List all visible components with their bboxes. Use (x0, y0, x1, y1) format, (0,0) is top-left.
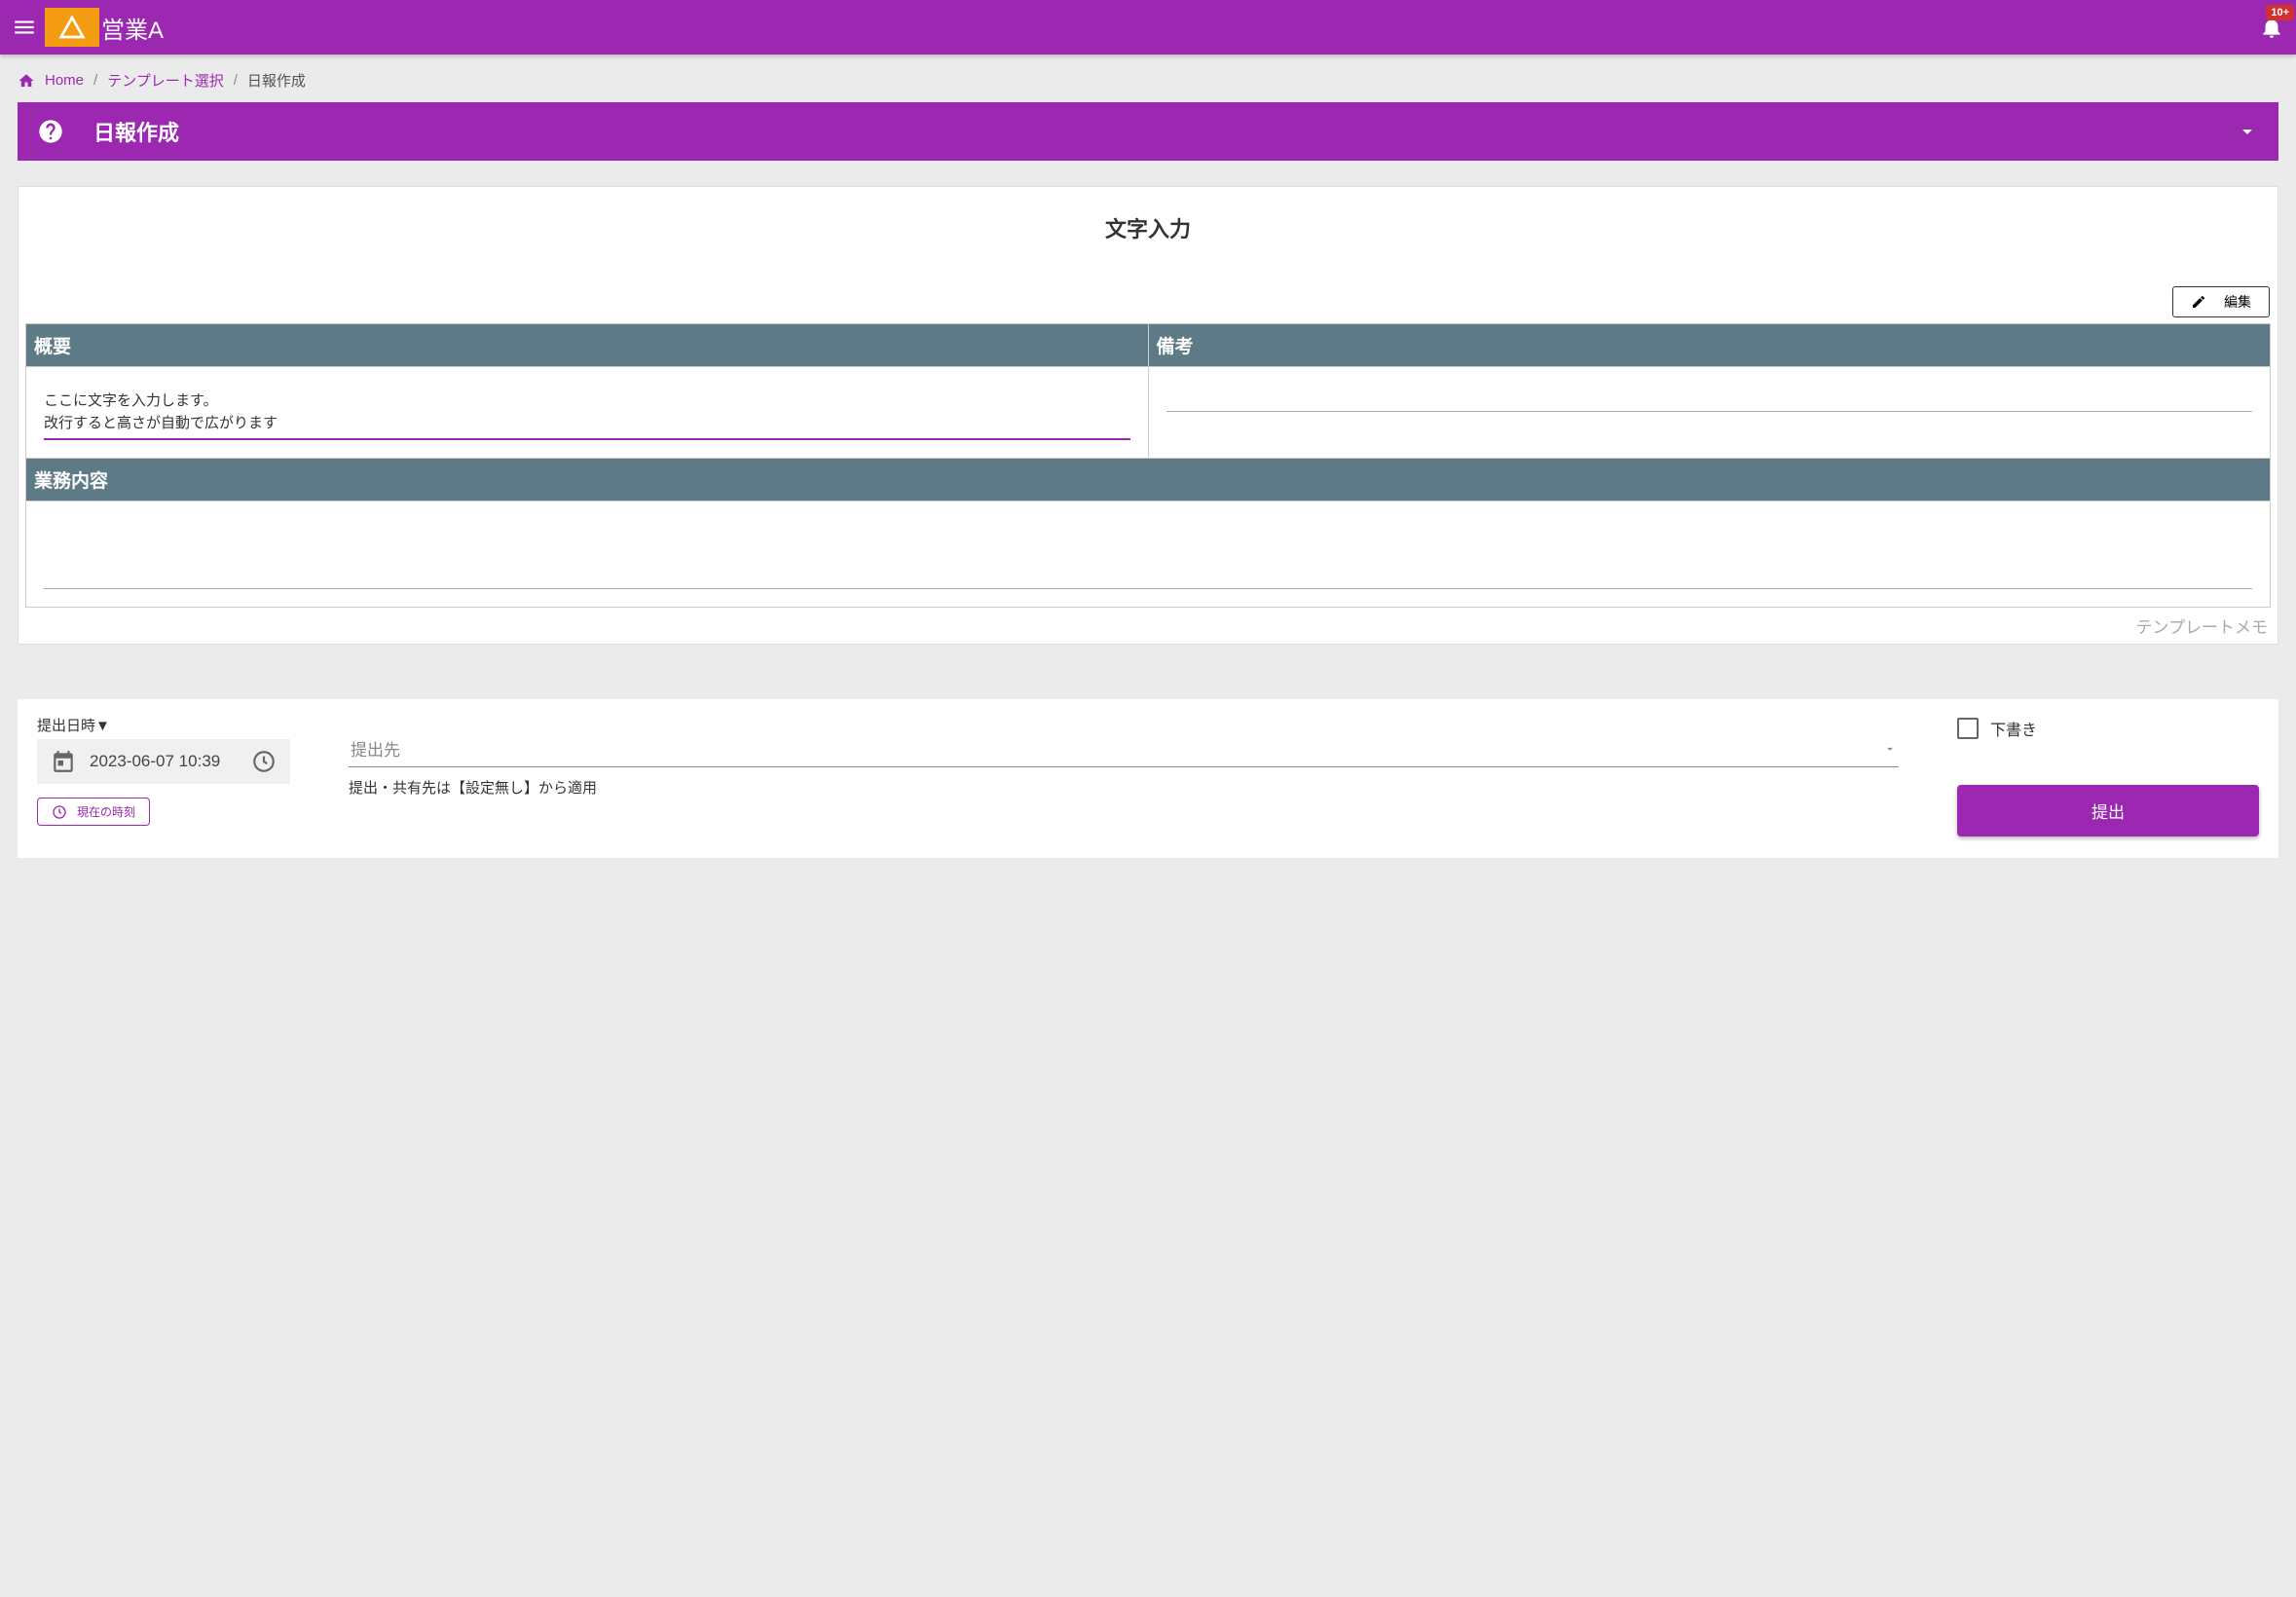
calendar-icon (51, 749, 76, 774)
pencil-icon (2191, 294, 2206, 310)
datetime-label[interactable]: 提出日時▼ (37, 715, 290, 735)
dropdown-icon (1883, 742, 1897, 756)
breadcrumb-home[interactable]: Home (45, 72, 84, 89)
clock-icon (52, 804, 67, 820)
form-card: 文字入力 編集 概要 備考 ここに文字を入力します。 改行すると高さが自動で広が… (18, 186, 2278, 645)
submit-button[interactable]: 提出 (1957, 785, 2259, 836)
edit-button-label: 編集 (2224, 292, 2251, 312)
chevron-down-icon[interactable] (2236, 120, 2259, 143)
summary-value: ここに文字を入力します。 改行すると高さが自動で広がります (44, 390, 1130, 434)
destination-help-text: 提出・共有先は【設定無し】から適用 (349, 777, 1899, 798)
breadcrumb-current: 日報作成 (247, 70, 306, 91)
breadcrumb-template-select[interactable]: テンプレート選択 (107, 70, 224, 91)
submit-panel: 提出日時▼ 2023-06-07 10:39 現在の時刻 提出先 提出・共有先は… (18, 699, 2278, 858)
summary-input[interactable]: ここに文字を入力します。 改行すると高さが自動で広がります (44, 390, 1130, 440)
draft-label: 下書き (1990, 717, 2037, 740)
section-title: 日報作成 (93, 116, 179, 147)
current-time-button[interactable]: 現在の時刻 (37, 798, 150, 826)
draft-checkbox[interactable] (1957, 718, 1979, 739)
current-time-label: 現在の時刻 (77, 803, 135, 820)
remarks-header: 備考 (1148, 324, 2271, 367)
edit-button[interactable]: 編集 (2172, 286, 2270, 317)
datetime-value: 2023-06-07 10:39 (90, 752, 238, 771)
card-title: 文字入力 (19, 187, 2277, 286)
template-memo-link[interactable]: テンプレートメモ (19, 608, 2277, 644)
menu-icon (12, 15, 37, 40)
summary-header: 概要 (26, 324, 1149, 367)
datetime-picker[interactable]: 2023-06-07 10:39 (37, 739, 290, 784)
breadcrumb: Home / テンプレート選択 / 日報作成 (0, 55, 2296, 102)
remarks-input[interactable] (1167, 390, 2253, 412)
section-header[interactable]: 日報作成 (18, 102, 2278, 161)
notification-badge: 10+ (2266, 5, 2294, 20)
breadcrumb-separator: / (93, 72, 97, 89)
app-title: 営業A (101, 11, 164, 45)
breadcrumb-separator: / (234, 72, 238, 89)
app-logo (45, 8, 99, 47)
home-icon (18, 72, 35, 90)
triangle-icon (57, 13, 87, 42)
destination-placeholder: 提出先 (351, 736, 1883, 761)
submit-button-label: 提出 (2092, 803, 2125, 822)
help-icon[interactable] (37, 118, 64, 145)
app-header: 営業A 10+ (0, 0, 2296, 55)
work-header: 業務内容 (26, 459, 2271, 501)
destination-select[interactable]: 提出先 (349, 730, 1899, 767)
work-input[interactable] (44, 525, 2252, 589)
clock-icon (251, 749, 277, 774)
notifications-button[interactable]: 10+ (2259, 15, 2284, 40)
menu-button[interactable] (12, 15, 37, 40)
